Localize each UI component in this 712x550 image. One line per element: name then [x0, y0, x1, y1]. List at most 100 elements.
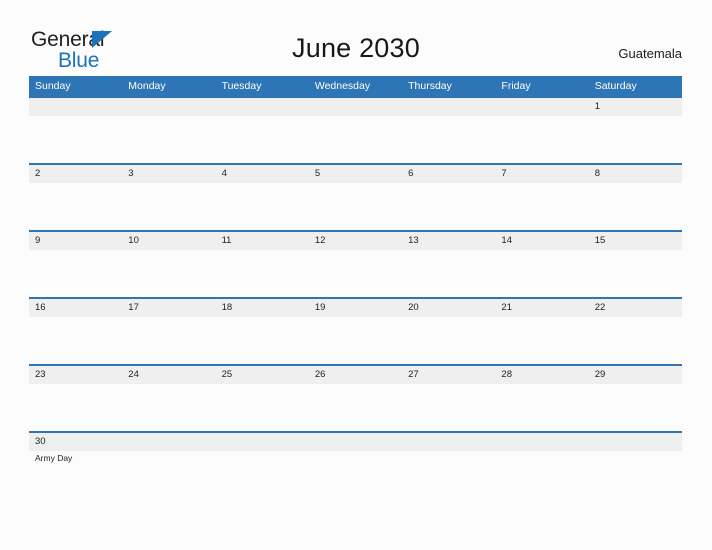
day-number[interactable]: 9 [29, 232, 122, 250]
day-number[interactable]: 3 [122, 165, 215, 183]
day-cell[interactable] [589, 384, 682, 431]
day-cell[interactable] [122, 384, 215, 431]
day-cell[interactable] [216, 317, 309, 364]
day-number[interactable] [589, 433, 682, 451]
day-cell[interactable] [495, 183, 588, 230]
day-number[interactable] [402, 433, 495, 451]
day-number[interactable]: 18 [216, 299, 309, 317]
day-cell[interactable] [216, 183, 309, 230]
day-number[interactable]: 24 [122, 366, 215, 384]
country-label: Guatemala [618, 46, 682, 61]
day-number[interactable] [402, 98, 495, 116]
day-number[interactable]: 5 [309, 165, 402, 183]
day-number[interactable]: 7 [495, 165, 588, 183]
day-cell[interactable] [29, 317, 122, 364]
weekday-header-row: Sunday Monday Tuesday Wednesday Thursday… [29, 76, 682, 96]
day-number[interactable]: 11 [216, 232, 309, 250]
day-cell[interactable] [309, 116, 402, 163]
day-number[interactable] [309, 98, 402, 116]
day-number[interactable] [216, 98, 309, 116]
day-number[interactable]: 30 [29, 433, 122, 451]
day-number[interactable]: 14 [495, 232, 588, 250]
day-number[interactable]: 25 [216, 366, 309, 384]
day-number[interactable] [495, 433, 588, 451]
day-cell[interactable] [495, 451, 588, 498]
day-cell[interactable] [309, 250, 402, 297]
day-number[interactable] [122, 433, 215, 451]
day-number[interactable] [29, 98, 122, 116]
day-number[interactable]: 6 [402, 165, 495, 183]
day-cell[interactable] [122, 451, 215, 498]
day-cell[interactable] [122, 317, 215, 364]
week-event-band [29, 116, 682, 163]
day-number[interactable]: 22 [589, 299, 682, 317]
day-number[interactable] [122, 98, 215, 116]
week-event-band [29, 384, 682, 431]
day-cell[interactable] [29, 116, 122, 163]
day-cell[interactable] [29, 250, 122, 297]
day-cell[interactable] [216, 116, 309, 163]
day-cell[interactable] [216, 250, 309, 297]
day-cell[interactable] [402, 384, 495, 431]
day-number[interactable]: 27 [402, 366, 495, 384]
week-date-band: 2 3 4 5 6 7 8 [29, 165, 682, 183]
day-cell[interactable]: Army Day [29, 451, 122, 498]
day-cell[interactable] [29, 183, 122, 230]
day-number[interactable]: 4 [216, 165, 309, 183]
day-number[interactable]: 15 [589, 232, 682, 250]
day-cell[interactable] [495, 317, 588, 364]
day-cell[interactable] [122, 183, 215, 230]
day-cell[interactable] [309, 384, 402, 431]
day-cell[interactable] [402, 317, 495, 364]
day-number[interactable] [216, 433, 309, 451]
calendar-week-row: 16 17 18 19 20 21 22 [29, 297, 682, 364]
day-number[interactable]: 23 [29, 366, 122, 384]
day-cell[interactable] [589, 183, 682, 230]
day-cell[interactable] [29, 384, 122, 431]
day-cell[interactable] [495, 250, 588, 297]
calendar-week-row: 30 Army Day [29, 431, 682, 498]
day-cell[interactable] [402, 183, 495, 230]
day-number[interactable]: 21 [495, 299, 588, 317]
day-cell[interactable] [122, 250, 215, 297]
day-number[interactable] [309, 433, 402, 451]
day-number[interactable]: 2 [29, 165, 122, 183]
week-date-band: 9 10 11 12 13 14 15 [29, 232, 682, 250]
day-number[interactable]: 8 [589, 165, 682, 183]
day-cell[interactable] [589, 451, 682, 498]
day-cell[interactable] [309, 183, 402, 230]
day-number[interactable]: 19 [309, 299, 402, 317]
day-cell[interactable] [589, 116, 682, 163]
day-cell[interactable] [402, 451, 495, 498]
day-number[interactable]: 26 [309, 366, 402, 384]
day-cell[interactable] [589, 317, 682, 364]
weekday-header-thursday: Thursday [408, 80, 452, 92]
day-cell[interactable] [402, 250, 495, 297]
day-number[interactable]: 16 [29, 299, 122, 317]
week-date-band: 16 17 18 19 20 21 22 [29, 299, 682, 317]
day-cell[interactable] [589, 250, 682, 297]
calendar-grid: Sunday Monday Tuesday Wednesday Thursday… [29, 76, 682, 498]
day-cell[interactable] [402, 116, 495, 163]
day-cell[interactable] [216, 384, 309, 431]
week-date-band: 23 24 25 26 27 28 29 [29, 366, 682, 384]
day-number[interactable] [495, 98, 588, 116]
weekday-header-friday: Friday [501, 80, 531, 92]
day-cell[interactable] [495, 116, 588, 163]
day-number[interactable]: 17 [122, 299, 215, 317]
day-number[interactable]: 29 [589, 366, 682, 384]
day-cell[interactable] [495, 384, 588, 431]
day-number[interactable]: 10 [122, 232, 215, 250]
day-cell[interactable] [216, 451, 309, 498]
day-number[interactable]: 20 [402, 299, 495, 317]
page-title: June 2030 [292, 33, 420, 63]
calendar-week-row: 1 [29, 96, 682, 163]
day-number[interactable]: 13 [402, 232, 495, 250]
day-cell[interactable] [122, 116, 215, 163]
day-number[interactable]: 12 [309, 232, 402, 250]
day-cell[interactable] [309, 317, 402, 364]
week-date-band: 30 [29, 433, 682, 451]
day-cell[interactable] [309, 451, 402, 498]
day-number[interactable]: 1 [589, 98, 682, 116]
day-number[interactable]: 28 [495, 366, 588, 384]
